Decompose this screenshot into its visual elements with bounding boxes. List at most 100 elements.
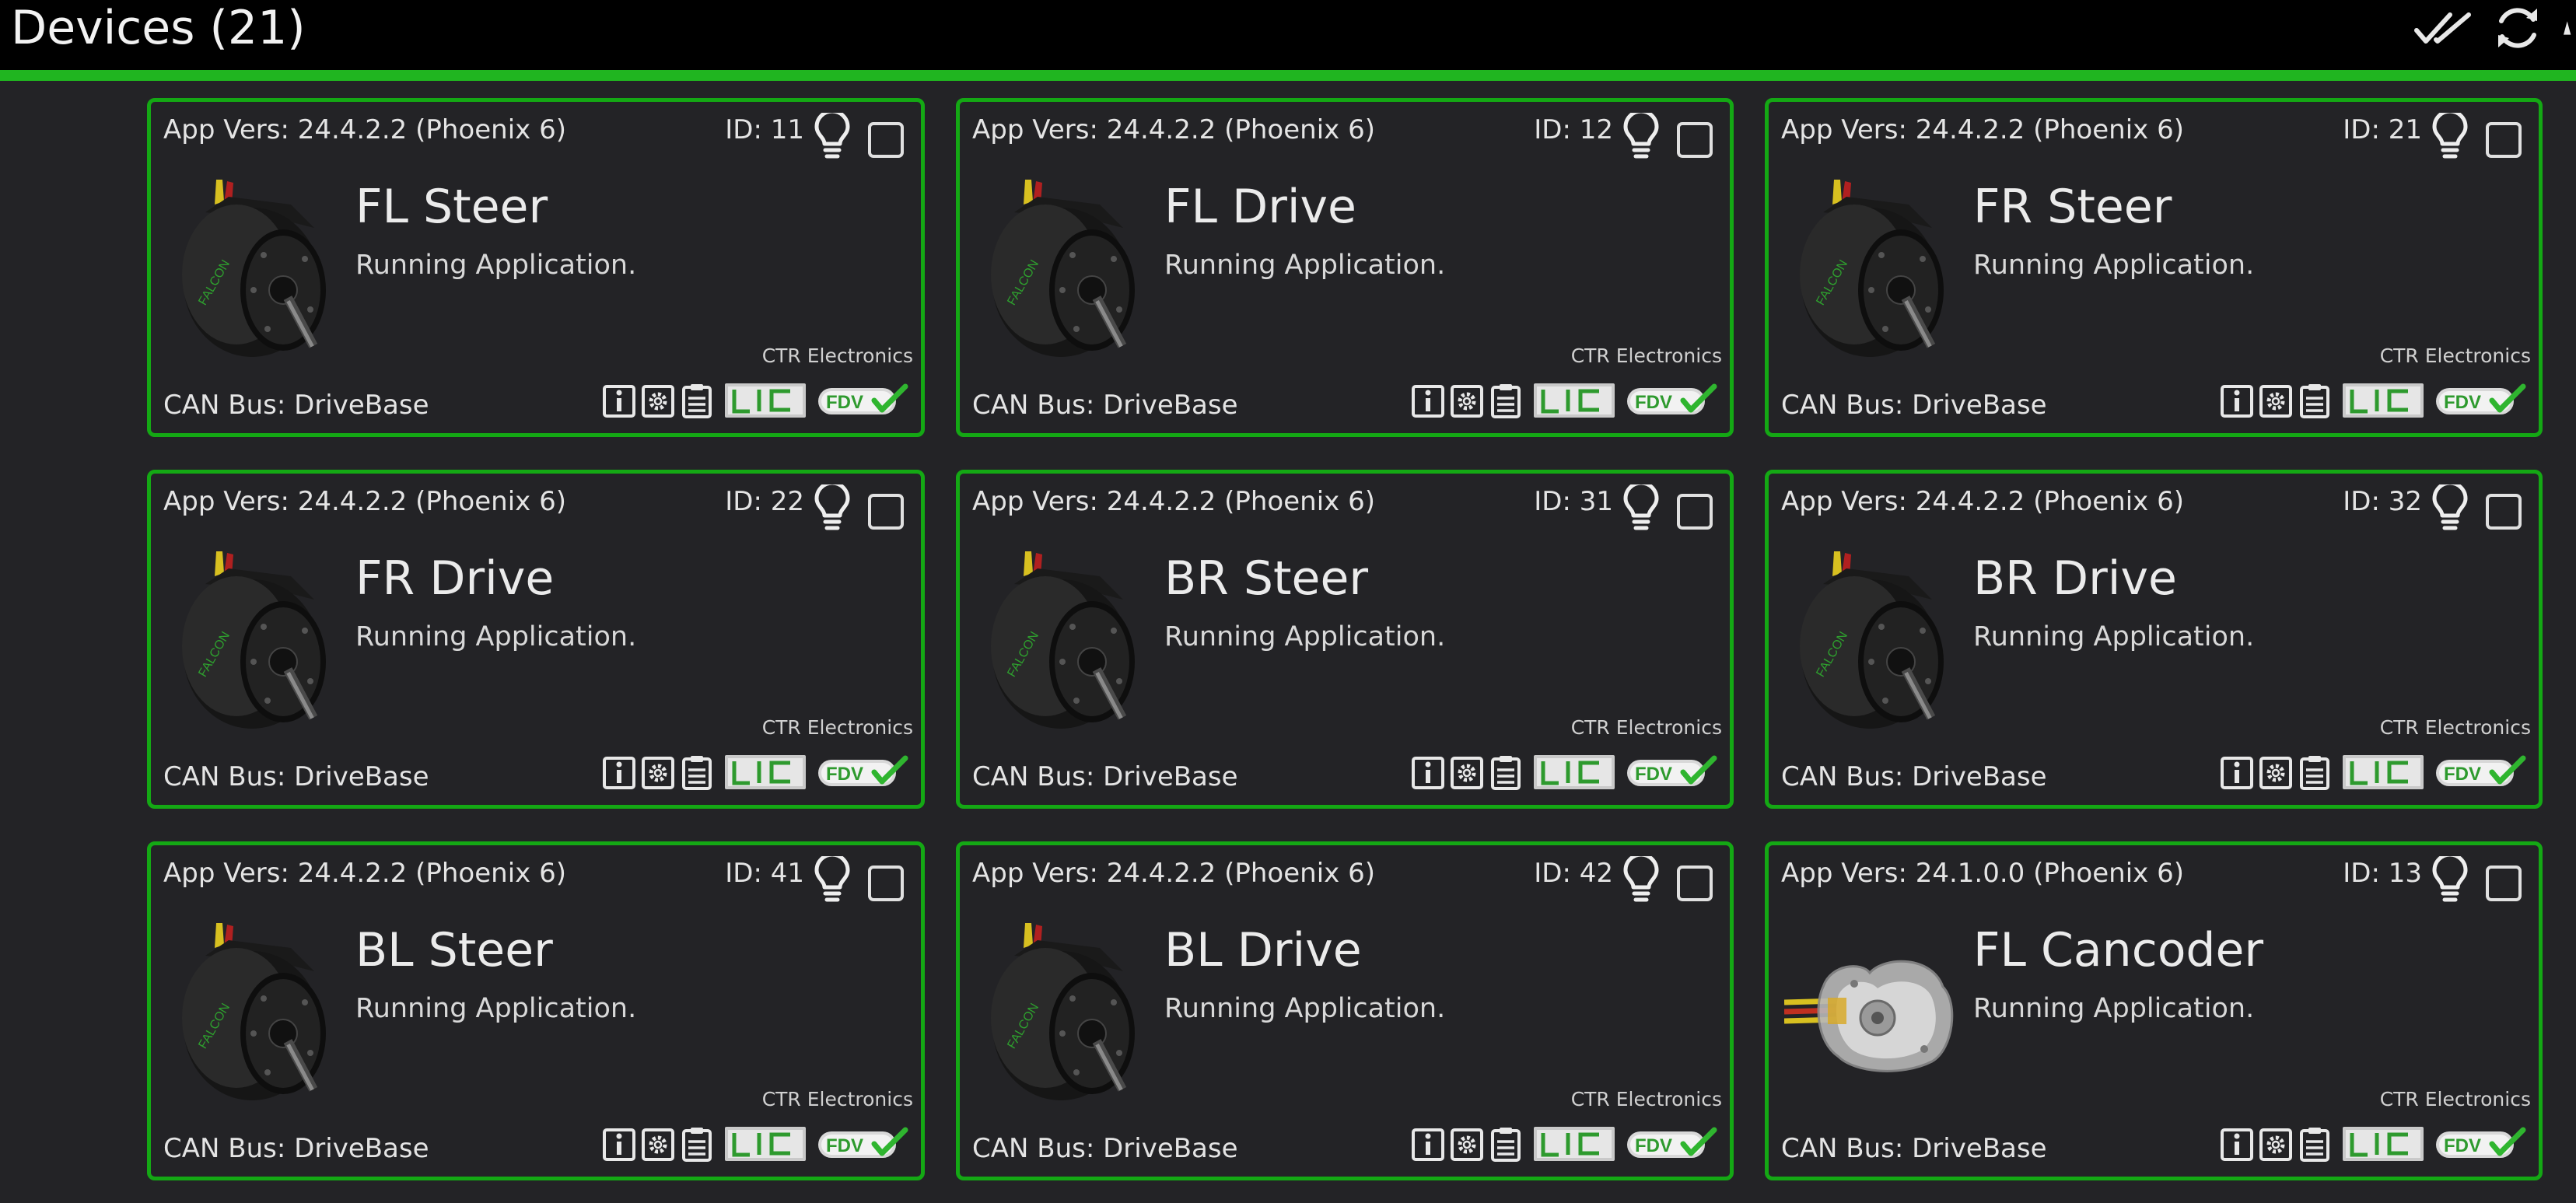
page-title: Devices (21) <box>11 1 306 55</box>
config-gear-icon[interactable] <box>2259 1126 2293 1162</box>
can-bus-label: CAN Bus: DriveBase <box>1781 390 2047 421</box>
fdv-pass-icon[interactable]: FDV <box>2434 383 2526 418</box>
cancoder-image <box>1783 917 1963 1111</box>
select-checkbox[interactable] <box>1677 494 1713 530</box>
can-bus-label: CAN Bus: DriveBase <box>1781 761 2047 792</box>
device-id: ID: 13 <box>2343 858 2422 889</box>
device-card-9[interactable]: App Vers: 24.1.0.0 (Phoenix 6) ID: 13 FL… <box>1765 841 2543 1180</box>
select-checkbox[interactable] <box>1677 122 1713 158</box>
device-card-2[interactable]: App Vers: 24.4.2.2 (Phoenix 6) ID: 12 FA… <box>956 98 1734 437</box>
select-checkbox[interactable] <box>2486 494 2522 530</box>
can-bus-label: CAN Bus: DriveBase <box>163 761 429 792</box>
info-icon[interactable] <box>1411 754 1445 790</box>
clipboard-icon[interactable] <box>680 383 714 418</box>
config-gear-icon[interactable] <box>2259 383 2293 418</box>
config-gear-icon[interactable] <box>641 383 675 418</box>
double-check-icon[interactable] <box>2414 9 2472 47</box>
license-lic-icon[interactable] <box>2341 1125 2425 1163</box>
info-icon[interactable] <box>1411 1126 1445 1162</box>
clipboard-icon[interactable] <box>1489 383 1523 418</box>
blink-bulb-icon[interactable] <box>1621 109 1661 163</box>
clipboard-icon[interactable] <box>2298 383 2332 418</box>
license-lic-icon[interactable] <box>1532 1125 1616 1163</box>
select-checkbox[interactable] <box>868 866 904 901</box>
blink-bulb-icon[interactable] <box>1621 481 1661 534</box>
device-status: Running Application. <box>1164 993 1446 1024</box>
fdv-pass-icon[interactable]: FDV <box>817 755 908 789</box>
fdv-pass-icon[interactable]: FDV <box>2434 755 2526 789</box>
clipboard-icon[interactable] <box>2298 1126 2332 1162</box>
device-status: Running Application. <box>1973 250 2255 281</box>
fdv-pass-icon[interactable]: FDV <box>1626 383 1717 418</box>
refresh-icon[interactable] <box>2492 2 2543 54</box>
config-gear-icon[interactable] <box>2259 754 2293 790</box>
motor-image: FALCON <box>975 545 1154 740</box>
config-gear-icon[interactable] <box>1450 754 1484 790</box>
info-icon[interactable] <box>2220 1126 2254 1162</box>
info-icon[interactable] <box>602 383 636 418</box>
clipboard-icon[interactable] <box>680 754 714 790</box>
select-checkbox[interactable] <box>868 122 904 158</box>
blink-bulb-icon[interactable] <box>1621 852 1661 906</box>
clipboard-icon[interactable] <box>1489 754 1523 790</box>
info-icon[interactable] <box>1411 383 1445 418</box>
can-bus-label: CAN Bus: DriveBase <box>163 390 429 421</box>
device-card-7[interactable]: App Vers: 24.4.2.2 (Phoenix 6) ID: 41 FA… <box>147 841 925 1180</box>
app-version: App Vers: 24.4.2.2 (Phoenix 6) <box>972 486 1375 517</box>
license-lic-icon[interactable] <box>2341 382 2425 419</box>
device-card-5[interactable]: App Vers: 24.4.2.2 (Phoenix 6) ID: 31 FA… <box>956 470 1734 809</box>
device-card-4[interactable]: App Vers: 24.4.2.2 (Phoenix 6) ID: 22 FA… <box>147 470 925 809</box>
blink-bulb-icon[interactable] <box>812 109 852 163</box>
license-lic-icon[interactable] <box>723 1125 807 1163</box>
license-lic-icon[interactable] <box>723 382 807 419</box>
blink-bulb-icon[interactable] <box>2430 852 2470 906</box>
blink-bulb-icon[interactable] <box>812 481 852 534</box>
fdv-pass-icon[interactable]: FDV <box>1626 1127 1717 1161</box>
fdv-pass-icon[interactable]: FDV <box>1626 755 1717 789</box>
select-checkbox[interactable] <box>868 494 904 530</box>
info-icon[interactable] <box>602 754 636 790</box>
blink-bulb-icon[interactable] <box>2430 481 2470 534</box>
clipboard-icon[interactable] <box>680 1126 714 1162</box>
info-icon[interactable] <box>2220 754 2254 790</box>
info-icon[interactable] <box>2220 383 2254 418</box>
device-status: Running Application. <box>1973 993 2255 1024</box>
license-lic-icon[interactable] <box>1532 382 1616 419</box>
svg-text:FDV: FDV <box>1635 1135 1672 1156</box>
warning-icon[interactable] <box>2564 5 2576 51</box>
select-checkbox[interactable] <box>1677 866 1713 901</box>
config-gear-icon[interactable] <box>1450 383 1484 418</box>
device-card-1[interactable]: App Vers: 24.4.2.2 (Phoenix 6) ID: 11 FA… <box>147 98 925 437</box>
blink-bulb-icon[interactable] <box>2430 109 2470 163</box>
device-status: Running Application. <box>1164 621 1446 652</box>
license-lic-icon[interactable] <box>723 754 807 791</box>
config-gear-icon[interactable] <box>1450 1126 1484 1162</box>
device-status: Running Application. <box>355 250 637 281</box>
device-actions: FDV <box>602 752 908 792</box>
blink-bulb-icon[interactable] <box>812 852 852 906</box>
fdv-pass-icon[interactable]: FDV <box>817 383 908 418</box>
license-lic-icon[interactable] <box>2341 754 2425 791</box>
device-actions: FDV <box>1411 1124 1717 1164</box>
device-id: ID: 12 <box>1534 114 1613 145</box>
config-gear-icon[interactable] <box>641 754 675 790</box>
top-bar: Devices (21) <box>0 0 2576 81</box>
license-lic-icon[interactable] <box>1532 754 1616 791</box>
select-checkbox[interactable] <box>2486 122 2522 158</box>
device-status: Running Application. <box>355 993 637 1024</box>
device-card-3[interactable]: App Vers: 24.4.2.2 (Phoenix 6) ID: 21 FA… <box>1765 98 2543 437</box>
device-card-8[interactable]: App Vers: 24.4.2.2 (Phoenix 6) ID: 42 FA… <box>956 841 1734 1180</box>
fdv-pass-icon[interactable]: FDV <box>2434 1127 2526 1161</box>
device-status: Running Application. <box>1164 250 1446 281</box>
clipboard-icon[interactable] <box>2298 754 2332 790</box>
device-id: ID: 22 <box>725 486 804 517</box>
config-gear-icon[interactable] <box>641 1126 675 1162</box>
select-checkbox[interactable] <box>2486 866 2522 901</box>
fdv-pass-icon[interactable]: FDV <box>817 1127 908 1161</box>
device-actions: FDV <box>602 380 908 421</box>
app-version: App Vers: 24.4.2.2 (Phoenix 6) <box>972 858 1375 889</box>
device-name: BL Steer <box>355 923 553 977</box>
device-card-6[interactable]: App Vers: 24.4.2.2 (Phoenix 6) ID: 32 FA… <box>1765 470 2543 809</box>
info-icon[interactable] <box>602 1126 636 1162</box>
clipboard-icon[interactable] <box>1489 1126 1523 1162</box>
